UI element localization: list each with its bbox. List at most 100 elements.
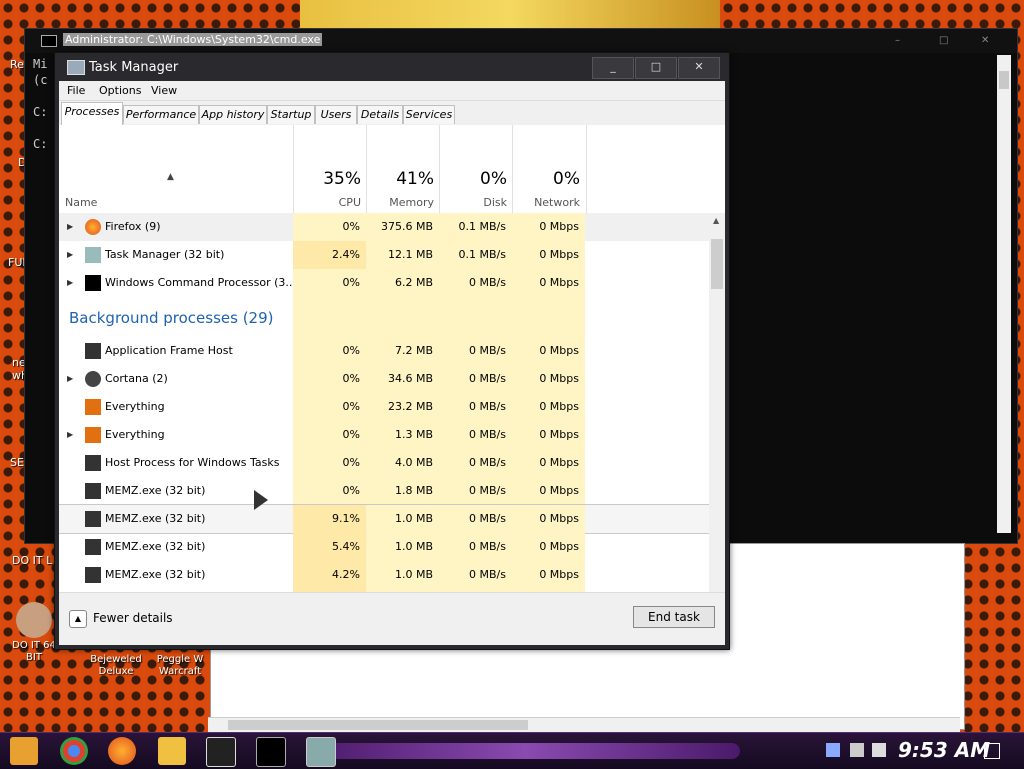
tab-users[interactable]: Users: [315, 105, 357, 124]
expand-arrow-icon[interactable]: ▶: [67, 278, 73, 287]
cortana-icon: [85, 371, 101, 387]
column-memory[interactable]: 41% Memory: [366, 125, 440, 215]
tab-processes[interactable]: Processes: [61, 102, 123, 126]
scroll-thumb[interactable]: [999, 71, 1009, 89]
process-network: 0 Mbps: [512, 337, 585, 365]
search-icon: [85, 399, 101, 415]
network-label: Network: [534, 196, 580, 209]
process-disk: 0 MB/s: [439, 393, 512, 421]
notification-icon[interactable]: [984, 743, 1000, 759]
volume-icon[interactable]: [872, 743, 886, 757]
process-cpu: 0%: [293, 213, 366, 241]
table-row[interactable]: ▶ Cortana (2) 0% 34.6 MB 0 MB/s 0 Mbps: [59, 365, 709, 393]
file-explorer-icon[interactable]: [158, 737, 186, 765]
minimize-button[interactable]: –: [895, 35, 900, 46]
expand-arrow-icon[interactable]: ▶: [67, 430, 73, 439]
start-icon[interactable]: [10, 737, 38, 765]
process-cpu: 0%: [293, 337, 366, 365]
process-name: Firefox (9): [105, 220, 161, 233]
horizontal-scrollbar[interactable]: [208, 717, 960, 732]
task-manager-titlebar[interactable]: Task Manager _ □ ✕: [55, 53, 729, 81]
maximize-button[interactable]: □: [939, 35, 948, 46]
cmd-icon[interactable]: [256, 737, 286, 767]
process-cpu: 2.4%: [293, 241, 366, 269]
table-row[interactable]: Application Frame Host 0% 7.2 MB 0 MB/s 0 Mb…: [59, 337, 709, 365]
search-icon: [85, 427, 101, 443]
desktop-icon-peggle[interactable]: Peggle W Warcraft: [150, 654, 210, 678]
network-total: 0%: [553, 169, 580, 189]
process-network: 0 Mbps: [512, 213, 585, 241]
task-manager-window[interactable]: Task Manager _ □ ✕ File Options View Pro…: [54, 52, 730, 650]
tab-startup[interactable]: Startup: [267, 105, 315, 124]
table-row[interactable]: ▶ Windows Command Processor (3... 0% 6.2 MB…: [59, 269, 709, 297]
7zip-icon[interactable]: [206, 737, 236, 767]
process-disk: 0 MB/s: [439, 477, 512, 505]
cmd-scrollbar[interactable]: [997, 55, 1011, 533]
expand-arrow-icon[interactable]: ▶: [67, 374, 73, 383]
scroll-up-icon[interactable]: ▲: [713, 216, 719, 225]
fewer-details-link[interactable]: Fewer details: [93, 611, 173, 625]
close-button[interactable]: ✕: [981, 35, 989, 46]
process-network: 0 Mbps: [512, 421, 585, 449]
table-row[interactable]: Everything 0% 23.2 MB 0 MB/s 0 Mbps: [59, 393, 709, 421]
tab-app-history[interactable]: App history: [199, 105, 267, 124]
tab-details[interactable]: Details: [357, 105, 403, 124]
menu-options[interactable]: Options: [99, 84, 141, 97]
column-fill: [439, 297, 512, 337]
column-disk[interactable]: 0% Disk: [439, 125, 513, 215]
process-list-scrollbar[interactable]: ▲ ▼: [709, 213, 725, 623]
chevron-up-icon[interactable]: ▲: [69, 610, 87, 628]
process-cpu: 0%: [293, 393, 366, 421]
process-network: 0 Mbps: [512, 393, 585, 421]
table-row[interactable]: MEMZ.exe (32 bit) 5.4%1.0 MB0 MB/s0 Mbps: [59, 533, 709, 561]
close-button[interactable]: ✕: [678, 57, 720, 79]
end-task-button[interactable]: End task: [633, 606, 715, 628]
table-row[interactable]: MEMZ.exe (32 bit) 4.2% 1.0 MB 0 MB/s 0 Mbps: [59, 561, 709, 589]
menu-file[interactable]: File: [67, 84, 85, 97]
mouse-cursor: [254, 490, 268, 510]
task-manager-icon[interactable]: [306, 737, 336, 767]
taskbar-decoration: [310, 743, 740, 759]
expand-arrow-icon[interactable]: ▶: [67, 250, 73, 259]
table-row[interactable]: ▶ Firefox (9) 0% 375.6 MB 0.1 MB/s 0 Mbps: [59, 213, 709, 241]
column-name[interactable]: Name: [65, 196, 97, 209]
tab-services[interactable]: Services: [403, 105, 455, 124]
cmd-line: C:: [33, 137, 48, 151]
desktop-icon-label: DO IT L: [12, 554, 53, 567]
clock[interactable]: 9:53 AM: [898, 738, 990, 762]
battery-icon[interactable]: [826, 743, 840, 757]
table-row[interactable]: ▶ Everything 0% 1.3 MB 0 MB/s 0 Mbps: [59, 421, 709, 449]
tab-performance[interactable]: Performance: [123, 105, 199, 124]
taskbar: 9:53 AM: [0, 732, 1024, 769]
column-cpu[interactable]: 35% CPU: [293, 125, 367, 215]
column-fill: [293, 297, 366, 337]
table-row[interactable]: ▶ Task Manager (32 bit) 2.4% 12.1 MB 0.1 MB/…: [59, 241, 709, 269]
firefox-icon[interactable]: [108, 737, 136, 765]
menu-view[interactable]: View: [151, 84, 177, 97]
process-cpu: 0%: [293, 449, 366, 477]
chrome-icon[interactable]: [60, 737, 88, 765]
maximize-button[interactable]: □: [635, 57, 677, 79]
process-disk: 0 MB/s: [439, 533, 512, 561]
desktop-icon-label: Peggle W Warcraft: [156, 654, 204, 677]
scroll-thumb[interactable]: [711, 239, 723, 289]
process-network: 0 Mbps: [512, 269, 585, 297]
column-network[interactable]: 0% Network: [512, 125, 587, 215]
cmd-titlebar[interactable]: Administrator: C:\Windows\System32\cmd.e…: [25, 29, 1017, 53]
process-memory: 4.0 MB: [366, 449, 439, 477]
process-name: Application Frame Host: [105, 344, 233, 357]
process-memory: 1.8 MB: [366, 477, 439, 505]
process-network: 0 Mbps: [512, 477, 585, 505]
table-row[interactable]: MEMZ.exe (32 bit) 0% 1.8 MB 0 MB/s 0 Mbps: [59, 477, 709, 505]
scroll-thumb[interactable]: [228, 720, 528, 730]
process-memory: 7.2 MB: [366, 337, 439, 365]
process-name: Windows Command Processor (3...: [105, 276, 296, 289]
desktop-icon-bejeweled[interactable]: Bejeweled Deluxe: [86, 654, 146, 678]
column-fill: [512, 297, 585, 337]
table-row[interactable]: MEMZ.exe (32 bit) 9.1% 1.0 MB 0 MB/s 0 Mbps: [59, 504, 709, 534]
table-row[interactable]: Host Process for Windows Tasks 0% 4.0 MB 0 …: [59, 449, 709, 477]
network-icon[interactable]: [850, 743, 864, 757]
process-network: 0 Mbps: [512, 505, 585, 533]
expand-arrow-icon[interactable]: ▶: [67, 222, 73, 231]
minimize-button[interactable]: _: [592, 57, 634, 79]
